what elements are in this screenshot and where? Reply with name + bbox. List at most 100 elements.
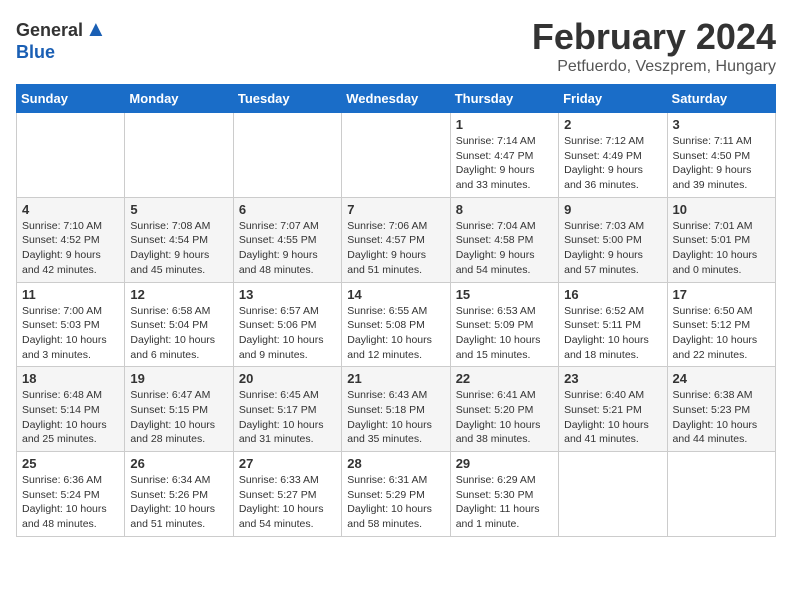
calendar-day-cell: 10 Sunrise: 7:01 AM Sunset: 5:01 PM Dayli… [667,197,775,282]
calendar-week-row: 1Sunrise: 7:14 AM Sunset: 4:47 PM Daylig… [17,113,776,198]
day-info: Sunrise: 6:47 AM Sunset: 5:15 PM Dayligh… [130,388,227,447]
calendar-day-cell: 21 Sunrise: 6:43 AM Sunset: 5:18 PM Dayli… [342,367,450,452]
calendar-header-row: SundayMondayTuesdayWednesdayThursdayFrid… [17,85,776,113]
day-number: 24 [673,371,770,386]
calendar-day-cell: 23 Sunrise: 6:40 AM Sunset: 5:21 PM Dayli… [559,367,667,452]
day-info: Sunrise: 6:45 AM Sunset: 5:17 PM Dayligh… [239,388,336,447]
day-of-week-header: Monday [125,85,233,113]
day-info: Sunrise: 7:11 AM Sunset: 4:50 PM Dayligh… [673,134,770,193]
day-info: Sunrise: 7:00 AM Sunset: 5:03 PM Dayligh… [22,304,119,363]
day-info: Sunrise: 6:53 AM Sunset: 5:09 PM Dayligh… [456,304,553,363]
calendar-day-cell: 27 Sunrise: 6:33 AM Sunset: 5:27 PM Dayli… [233,452,341,537]
day-number: 21 [347,371,444,386]
calendar-day-cell: 6 Sunrise: 7:07 AM Sunset: 4:55 PM Daylig… [233,197,341,282]
day-number: 22 [456,371,553,386]
calendar-week-row: 25 Sunrise: 6:36 AM Sunset: 5:24 PM Dayli… [17,452,776,537]
day-info: Sunrise: 6:48 AM Sunset: 5:14 PM Dayligh… [22,388,119,447]
day-number: 15 [456,287,553,302]
day-info: Sunrise: 7:04 AM Sunset: 4:58 PM Dayligh… [456,219,553,278]
calendar-day-cell: 28Sunrise: 6:31 AM Sunset: 5:29 PM Dayli… [342,452,450,537]
calendar-day-cell: 24 Sunrise: 6:38 AM Sunset: 5:23 PM Dayli… [667,367,775,452]
calendar-day-cell: 20 Sunrise: 6:45 AM Sunset: 5:17 PM Dayli… [233,367,341,452]
day-info: Sunrise: 7:14 AM Sunset: 4:47 PM Dayligh… [456,134,553,193]
page-header: General▲ Blue February 2024 Petfuerdo, V… [16,16,776,76]
calendar-day-cell: 18 Sunrise: 6:48 AM Sunset: 5:14 PM Dayli… [17,367,125,452]
day-number: 6 [239,202,336,217]
day-info: Sunrise: 7:10 AM Sunset: 4:52 PM Dayligh… [22,219,119,278]
day-info: Sunrise: 7:01 AM Sunset: 5:01 PM Dayligh… [673,219,770,278]
day-info: Sunrise: 6:38 AM Sunset: 5:23 PM Dayligh… [673,388,770,447]
day-number: 23 [564,371,661,386]
calendar-day-cell [342,113,450,198]
calendar-day-cell: 7 Sunrise: 7:06 AM Sunset: 4:57 PM Daylig… [342,197,450,282]
calendar-table: SundayMondayTuesdayWednesdayThursdayFrid… [16,84,776,537]
day-of-week-header: Saturday [667,85,775,113]
day-number: 18 [22,371,119,386]
day-number: 4 [22,202,119,217]
day-info: Sunrise: 7:08 AM Sunset: 4:54 PM Dayligh… [130,219,227,278]
calendar-day-cell: 1Sunrise: 7:14 AM Sunset: 4:47 PM Daylig… [450,113,558,198]
calendar-day-cell: 3 Sunrise: 7:11 AM Sunset: 4:50 PM Daylig… [667,113,775,198]
calendar-day-cell: 17Sunrise: 6:50 AM Sunset: 5:12 PM Dayli… [667,282,775,367]
day-info: Sunrise: 6:34 AM Sunset: 5:26 PM Dayligh… [130,473,227,532]
calendar-day-cell: 16 Sunrise: 6:52 AM Sunset: 5:11 PM Dayli… [559,282,667,367]
day-number: 13 [239,287,336,302]
calendar-day-cell: 13 Sunrise: 6:57 AM Sunset: 5:06 PM Dayli… [233,282,341,367]
day-number: 20 [239,371,336,386]
day-number: 25 [22,456,119,471]
day-info: Sunrise: 6:29 AM Sunset: 5:30 PM Dayligh… [456,473,553,532]
calendar-day-cell: 4 Sunrise: 7:10 AM Sunset: 4:52 PM Daylig… [17,197,125,282]
day-of-week-header: Sunday [17,85,125,113]
day-number: 26 [130,456,227,471]
calendar-day-cell: 5 Sunrise: 7:08 AM Sunset: 4:54 PM Daylig… [125,197,233,282]
logo: General▲ Blue [16,16,107,63]
day-number: 16 [564,287,661,302]
day-info: Sunrise: 6:36 AM Sunset: 5:24 PM Dayligh… [22,473,119,532]
day-number: 10 [673,202,770,217]
day-number: 29 [456,456,553,471]
calendar-day-cell: 15 Sunrise: 6:53 AM Sunset: 5:09 PM Dayli… [450,282,558,367]
calendar-day-cell: 19Sunrise: 6:47 AM Sunset: 5:15 PM Dayli… [125,367,233,452]
day-number: 17 [673,287,770,302]
day-info: Sunrise: 6:58 AM Sunset: 5:04 PM Dayligh… [130,304,227,363]
day-info: Sunrise: 6:57 AM Sunset: 5:06 PM Dayligh… [239,304,336,363]
calendar-day-cell: 29 Sunrise: 6:29 AM Sunset: 5:30 PM Dayli… [450,452,558,537]
day-of-week-header: Friday [559,85,667,113]
day-number: 5 [130,202,227,217]
calendar-day-cell [233,113,341,198]
logo-general-text: General [16,20,83,40]
calendar-day-cell: 14Sunrise: 6:55 AM Sunset: 5:08 PM Dayli… [342,282,450,367]
day-number: 14 [347,287,444,302]
day-info: Sunrise: 6:52 AM Sunset: 5:11 PM Dayligh… [564,304,661,363]
calendar-day-cell: 12 Sunrise: 6:58 AM Sunset: 5:04 PM Dayli… [125,282,233,367]
calendar-week-row: 11 Sunrise: 7:00 AM Sunset: 5:03 PM Dayli… [17,282,776,367]
day-number: 12 [130,287,227,302]
logo-blue-text: Blue [16,42,55,62]
calendar-day-cell [17,113,125,198]
calendar-day-cell: 8 Sunrise: 7:04 AM Sunset: 4:58 PM Daylig… [450,197,558,282]
day-number: 11 [22,287,119,302]
day-number: 28 [347,456,444,471]
day-info: Sunrise: 6:43 AM Sunset: 5:18 PM Dayligh… [347,388,444,447]
calendar-day-cell: 26 Sunrise: 6:34 AM Sunset: 5:26 PM Dayli… [125,452,233,537]
day-number: 3 [673,117,770,132]
day-info: Sunrise: 7:03 AM Sunset: 5:00 PM Dayligh… [564,219,661,278]
day-number: 9 [564,202,661,217]
calendar-week-row: 4 Sunrise: 7:10 AM Sunset: 4:52 PM Daylig… [17,197,776,282]
day-of-week-header: Wednesday [342,85,450,113]
day-info: Sunrise: 6:33 AM Sunset: 5:27 PM Dayligh… [239,473,336,532]
day-info: Sunrise: 7:12 AM Sunset: 4:49 PM Dayligh… [564,134,661,193]
calendar-day-cell: 9 Sunrise: 7:03 AM Sunset: 5:00 PM Daylig… [559,197,667,282]
day-info: Sunrise: 7:07 AM Sunset: 4:55 PM Dayligh… [239,219,336,278]
day-info: Sunrise: 6:40 AM Sunset: 5:21 PM Dayligh… [564,388,661,447]
calendar-day-cell [559,452,667,537]
day-info: Sunrise: 7:06 AM Sunset: 4:57 PM Dayligh… [347,219,444,278]
day-number: 27 [239,456,336,471]
calendar-day-cell: 25 Sunrise: 6:36 AM Sunset: 5:24 PM Dayli… [17,452,125,537]
month-year-title: February 2024 [532,16,776,58]
day-of-week-header: Tuesday [233,85,341,113]
day-number: 7 [347,202,444,217]
location-subtitle: Petfuerdo, Veszprem, Hungary [532,58,776,76]
day-number: 8 [456,202,553,217]
calendar-day-cell: 22Sunrise: 6:41 AM Sunset: 5:20 PM Dayli… [450,367,558,452]
